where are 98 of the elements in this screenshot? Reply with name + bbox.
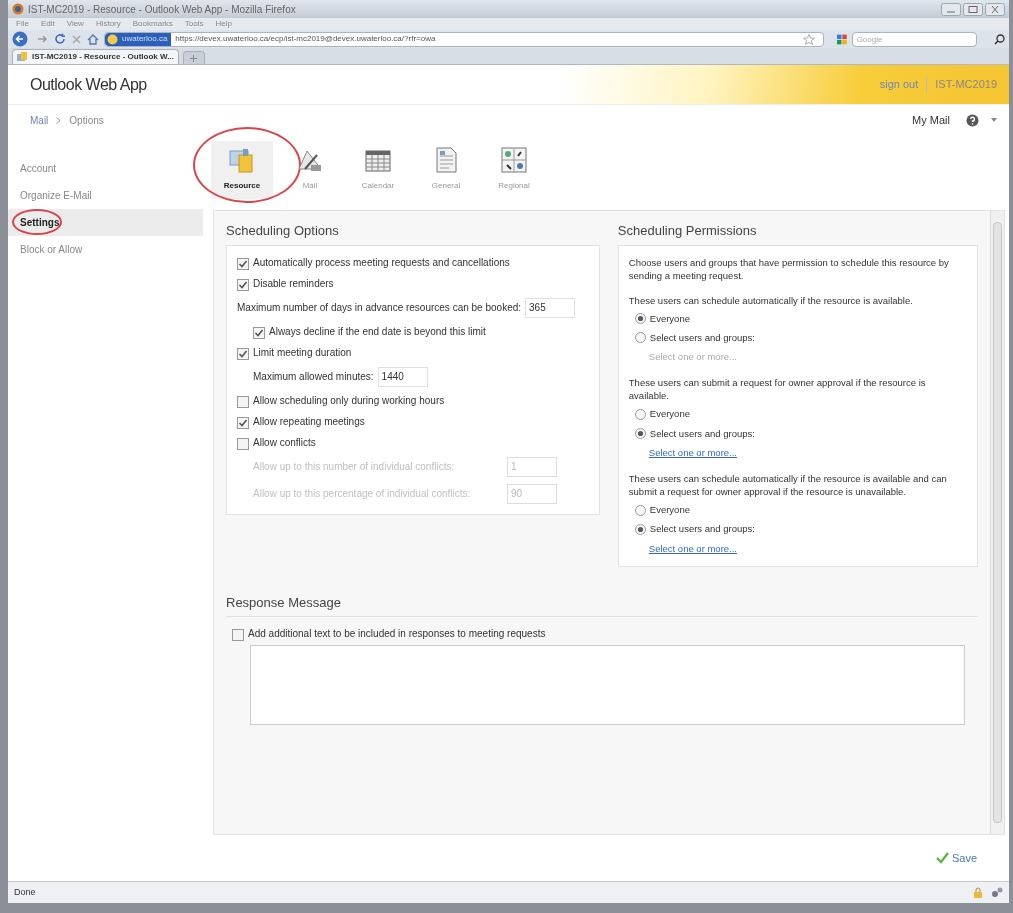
minimize-button[interactable] xyxy=(941,2,961,16)
checkbox[interactable] xyxy=(237,395,249,408)
radio-label: Select users and groups: xyxy=(649,330,755,345)
description-text: Choose users and groups that have permission to schedule this resource by sending a meeting request. xyxy=(628,255,950,282)
radio-label: Everyone xyxy=(649,311,690,326)
lock-icon xyxy=(973,887,983,898)
app-icon xyxy=(12,3,24,15)
select-link[interactable]: Select one or more... xyxy=(648,541,737,556)
url-text[interactable]: https://devex.uwaterloo.ca/ecp/ist-mc2019@devex.uwaterloo.ca/?rfr=owa xyxy=(171,33,803,45)
section-title: Scheduling Options xyxy=(226,221,600,246)
option-tab[interactable]: Mail xyxy=(279,141,341,199)
section-title: Scheduling Permissions xyxy=(617,221,978,246)
tab-title: IST-MC2019 - Resource - Outlook W... xyxy=(32,51,174,63)
globe-icon xyxy=(107,33,118,45)
forward-button[interactable] xyxy=(35,33,49,45)
maximize-button[interactable] xyxy=(963,2,983,16)
radio-label: Everyone xyxy=(649,407,690,422)
radio-label: Select users and groups: xyxy=(649,426,755,441)
description-text: These users can schedule automatically if the resource is available and can submit a request for owner approval if the resource is unavailable. xyxy=(628,472,948,498)
window-title: IST-MC2019 - Resource - Outlook Web App - Mozilla Firefox xyxy=(28,2,297,17)
description-text: These users can submit a request for owner approval if the resource is available. xyxy=(628,376,927,403)
field-label: Allow up to this percentage of individual conflicts: xyxy=(253,487,472,500)
checkbox-label: Disable reminders xyxy=(253,276,334,290)
chevron-icon xyxy=(56,116,62,124)
radio-label: Everyone xyxy=(649,503,690,517)
checkbox-label: Allow conflicts xyxy=(253,435,316,449)
option-tab[interactable]: Regional xyxy=(483,141,545,199)
sidebar-item[interactable]: Organize E-Mail xyxy=(8,182,203,209)
add-on-icon xyxy=(991,887,1003,898)
home-button[interactable] xyxy=(87,33,99,45)
checkmark-icon xyxy=(935,852,949,864)
sidebar-item[interactable]: Account xyxy=(8,155,203,182)
user-name: IST-MC2019 xyxy=(934,77,997,93)
close-button[interactable] xyxy=(985,2,1005,16)
menu-item[interactable]: Edit xyxy=(40,20,55,28)
menu-item[interactable]: File xyxy=(16,20,29,28)
field-label: Allow up to this number of individual conflicts: xyxy=(253,460,456,473)
breadcrumb-item[interactable]: Mail xyxy=(30,112,49,128)
checkbox[interactable] xyxy=(237,257,249,270)
new-tab-button[interactable] xyxy=(182,51,205,64)
sidebar-item[interactable]: Settings xyxy=(8,209,203,236)
search-field[interactable]: Google xyxy=(851,31,977,47)
checkbox-label: Limit meeting duration xyxy=(253,345,352,359)
checkbox[interactable] xyxy=(253,326,265,339)
app-logo: Outlook Web App xyxy=(30,74,148,95)
menu-item[interactable]: View xyxy=(66,20,84,28)
checkbox-label: Allow scheduling only during working hours xyxy=(253,393,445,407)
identity-label: uwaterloo.ca xyxy=(122,33,168,45)
number-field[interactable]: 1440 xyxy=(377,366,428,387)
option-tab[interactable]: Calendar xyxy=(347,141,409,199)
menu-item[interactable]: Bookmarks xyxy=(132,20,173,28)
help-icon[interactable] xyxy=(966,113,979,127)
radio-label: Select users and groups: xyxy=(649,522,755,537)
menu-item[interactable]: Tools xyxy=(184,20,204,28)
radio-button[interactable] xyxy=(634,428,646,440)
section-title: Response Message xyxy=(226,592,978,618)
back-button[interactable] xyxy=(12,31,30,47)
checkbox-label: Allow repeating meetings xyxy=(253,414,365,428)
checkbox-label: Add additional text to be included in responses to meeting requests xyxy=(248,627,546,641)
radio-button[interactable] xyxy=(634,313,646,325)
status-text: Done xyxy=(14,885,37,899)
checkbox[interactable] xyxy=(232,629,244,642)
sidebar-item[interactable]: Block or Allow xyxy=(8,236,203,263)
star-icon[interactable] xyxy=(803,33,815,45)
radio-button[interactable] xyxy=(634,523,646,535)
description-text: These users can schedule automatically if the resource is available. xyxy=(628,293,914,307)
field-label: Maximum allowed minutes: xyxy=(253,370,374,383)
number-field[interactable]: 365 xyxy=(525,297,576,318)
my-mail-link[interactable]: My Mail xyxy=(912,111,950,129)
field-label: Maximum number of days in advance resources can be booked: xyxy=(237,301,522,314)
option-tab[interactable]: Resource xyxy=(211,141,273,199)
search-icon[interactable] xyxy=(994,33,1005,45)
scrollbar[interactable] xyxy=(990,211,1004,834)
caret-icon[interactable] xyxy=(991,118,997,122)
save-button[interactable]: Save xyxy=(935,849,977,867)
checkbox-label: Automatically process meeting requests and cancellations xyxy=(253,255,510,269)
radio-button[interactable] xyxy=(634,504,646,516)
option-tab[interactable]: General xyxy=(415,141,477,199)
radio-button[interactable] xyxy=(634,408,646,420)
menu-item[interactable]: Help xyxy=(215,20,232,28)
menu-item[interactable]: History xyxy=(95,20,121,28)
checkbox[interactable] xyxy=(237,347,249,360)
map-icon xyxy=(499,145,529,175)
radio-button[interactable] xyxy=(634,332,646,344)
checkbox[interactable] xyxy=(237,437,249,450)
stop-button[interactable] xyxy=(71,33,82,45)
checkbox[interactable] xyxy=(237,416,249,429)
breadcrumb-item: Options xyxy=(69,113,104,128)
select-link[interactable]: Select one or more... xyxy=(648,445,737,460)
tab-icon xyxy=(17,52,28,62)
reload-button[interactable] xyxy=(54,33,66,45)
search-engine-icon xyxy=(837,33,848,45)
sign-out-link[interactable]: sign out xyxy=(879,76,928,93)
site-identity-button[interactable]: uwaterloo.ca xyxy=(105,32,172,46)
browser-tab[interactable]: IST-MC2019 - Resource - Outlook W... xyxy=(12,49,179,64)
plus-icon xyxy=(190,54,198,62)
checkbox-label: Always decline if the end date is beyond this limit xyxy=(269,324,486,338)
checkbox[interactable] xyxy=(237,278,249,291)
